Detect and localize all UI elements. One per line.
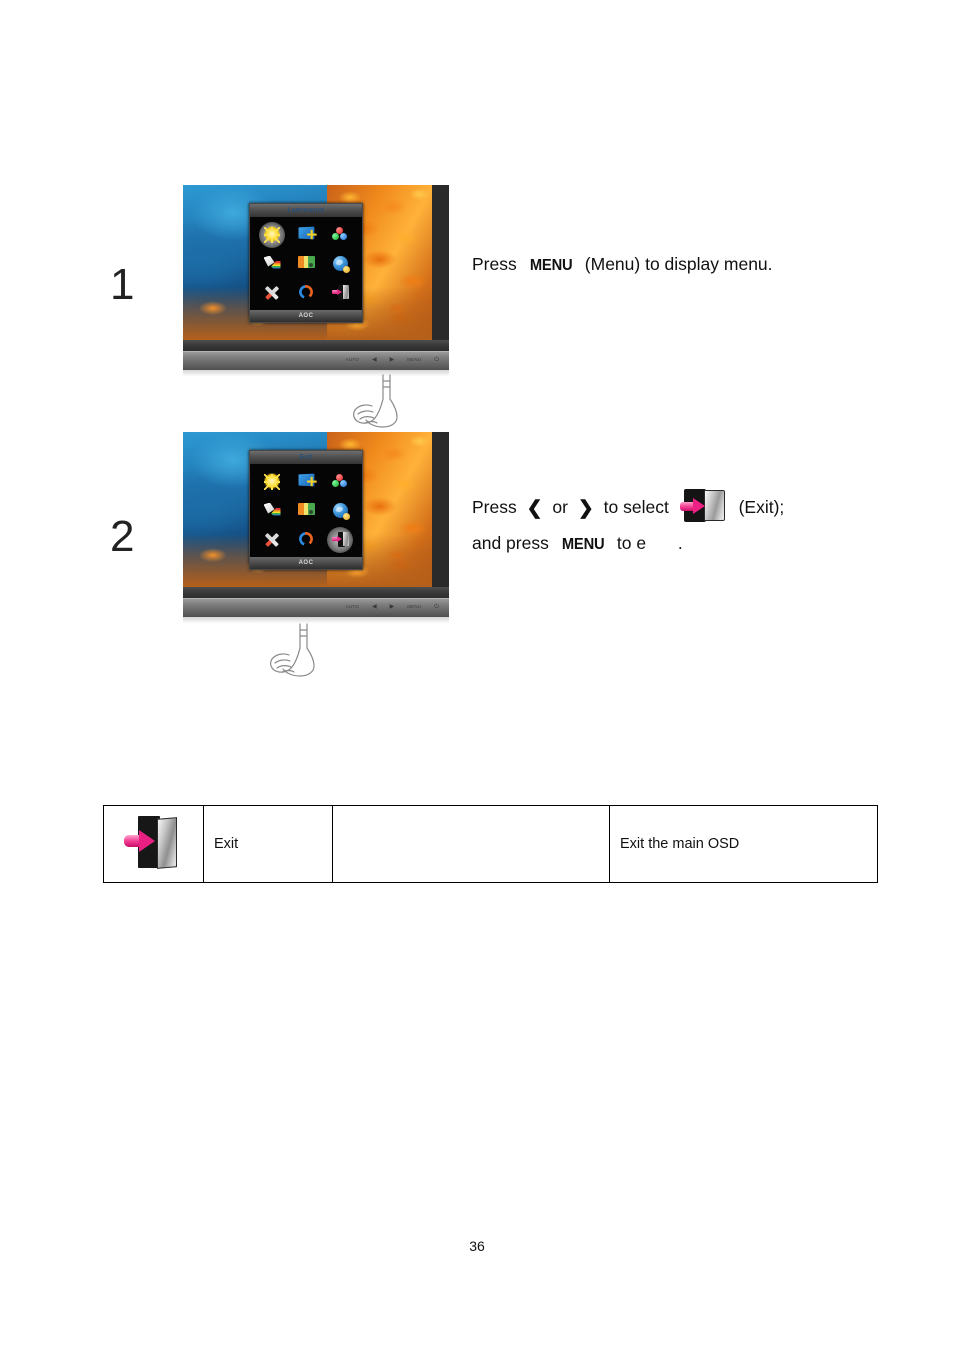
osd-menu-2: Exit AOC	[249, 450, 363, 570]
instruction-text: .	[677, 533, 683, 553]
osd-cell-color-setup-2[interactable]	[323, 467, 357, 496]
pointing-hand-icon-2	[270, 623, 315, 677]
monitor-screen-1: Luminance AOC	[183, 185, 449, 340]
step-1-instruction: Press MENU (Menu) to display menu.	[472, 246, 773, 282]
osd-cell-picture-boost-1[interactable]	[255, 249, 289, 278]
osd-cell-osd-setup-1[interactable]	[289, 249, 323, 278]
step-2-number: 2	[110, 512, 135, 561]
monitor-button-left-2[interactable]: ◀	[372, 603, 377, 611]
osd-cell-luminance-2[interactable]	[255, 467, 289, 496]
osd-cell-luminance-1[interactable]	[255, 220, 289, 249]
osd-cell-reset-1[interactable]	[289, 278, 323, 307]
osd-cell-extra-2[interactable]	[323, 496, 357, 525]
instruction-line: Press ❮ or ❯ to select (Exit);	[472, 489, 784, 525]
osd-cell-tools-2[interactable]	[255, 525, 289, 554]
monitor-control-bar-2: AUTO ◀ ▶ MENU ⏻	[183, 598, 449, 617]
table-cell-icon	[103, 805, 204, 883]
monitor-button-row-2: AUTO ◀ ▶ MENU ⏻	[346, 603, 439, 611]
osd-icon-grid-1	[250, 217, 362, 310]
osd-menu-1: Luminance AOC	[249, 203, 363, 323]
instruction-text: or	[552, 497, 568, 517]
instruction-text: Press	[472, 254, 517, 274]
instruction-text: and press	[472, 533, 549, 553]
menu-key-label: MENU	[529, 257, 573, 274]
monitor-button-left-1[interactable]: ◀	[372, 356, 377, 364]
osd-cell-tools-1[interactable]	[255, 278, 289, 307]
monitor-illustration-1: Luminance AOC AUTO ◀ ▶ MENU ⏻	[183, 185, 449, 376]
monitor-button-auto-2[interactable]: AUTO	[346, 603, 359, 611]
menu-key-label: MENU	[561, 536, 605, 553]
monitor-illustration-2: Exit AOC AUTO ◀ ▶ MENU ⏻	[183, 432, 449, 623]
osd-brand-1: AOC	[250, 310, 362, 322]
osd-cell-picture-boost-2[interactable]	[255, 496, 289, 525]
table-cell-name: Exit	[203, 805, 333, 883]
chevron-right-icon: ❯	[577, 498, 594, 519]
instruction-text: to e	[616, 533, 647, 553]
monitor-button-menu-2[interactable]: MENU	[407, 603, 421, 611]
osd-cell-exit-2[interactable]	[323, 525, 357, 554]
osd-title-1: Luminance	[250, 204, 362, 217]
chevron-left-icon: ❮	[526, 498, 543, 519]
monitor-bezel-1	[183, 340, 449, 351]
table-cell-description: Exit the main OSD	[609, 805, 878, 883]
monitor-button-power-2[interactable]: ⏻	[434, 603, 439, 611]
instruction-text: (Exit);	[738, 497, 785, 517]
instruction-line: and press MENU to e .	[472, 525, 784, 561]
monitor-screen-2: Exit AOC	[183, 432, 449, 587]
osd-title-2: Exit	[250, 451, 362, 464]
osd-cell-reset-2[interactable]	[289, 525, 323, 554]
monitor-control-bar-1: AUTO ◀ ▶ MENU ⏻	[183, 351, 449, 370]
osd-cell-color-setup-1[interactable]	[323, 220, 357, 249]
monitor-button-right-2[interactable]: ▶	[390, 603, 395, 611]
osd-function-table: Exit Exit the main OSD	[103, 805, 878, 883]
step-2-instruction: Press ❮ or ❯ to select (Exit); and press…	[472, 489, 784, 561]
osd-cell-exit-1[interactable]	[323, 278, 357, 307]
instruction-text: to select	[603, 497, 669, 517]
monitor-button-power-1[interactable]: ⏻	[434, 356, 439, 364]
monitor-button-row-1: AUTO ◀ ▶ MENU ⏻	[346, 356, 439, 364]
monitor-bezel-2	[183, 587, 449, 598]
monitor-button-auto-1[interactable]: AUTO	[346, 356, 359, 364]
exit-icon	[123, 814, 184, 870]
monitor-button-right-1[interactable]: ▶	[390, 356, 395, 364]
instruction-text: (Menu) to display menu.	[584, 254, 773, 274]
osd-icon-grid-2	[250, 464, 362, 557]
exit-icon	[679, 489, 728, 523]
table-row: Exit Exit the main OSD	[103, 805, 878, 883]
osd-brand-2: AOC	[250, 557, 362, 569]
table-cell-middle	[332, 805, 610, 883]
pointing-hand-icon-1	[353, 374, 398, 428]
osd-cell-extra-1[interactable]	[323, 249, 357, 278]
instruction-line: Press MENU (Menu) to display menu.	[472, 246, 773, 282]
osd-cell-image-setup-1[interactable]	[289, 220, 323, 249]
osd-cell-image-setup-2[interactable]	[289, 467, 323, 496]
monitor-button-menu-1[interactable]: MENU	[407, 356, 421, 364]
instruction-text: Press	[472, 497, 517, 517]
step-1-number: 1	[110, 260, 135, 309]
osd-cell-osd-setup-2[interactable]	[289, 496, 323, 525]
page-number: 36	[469, 1238, 485, 1254]
